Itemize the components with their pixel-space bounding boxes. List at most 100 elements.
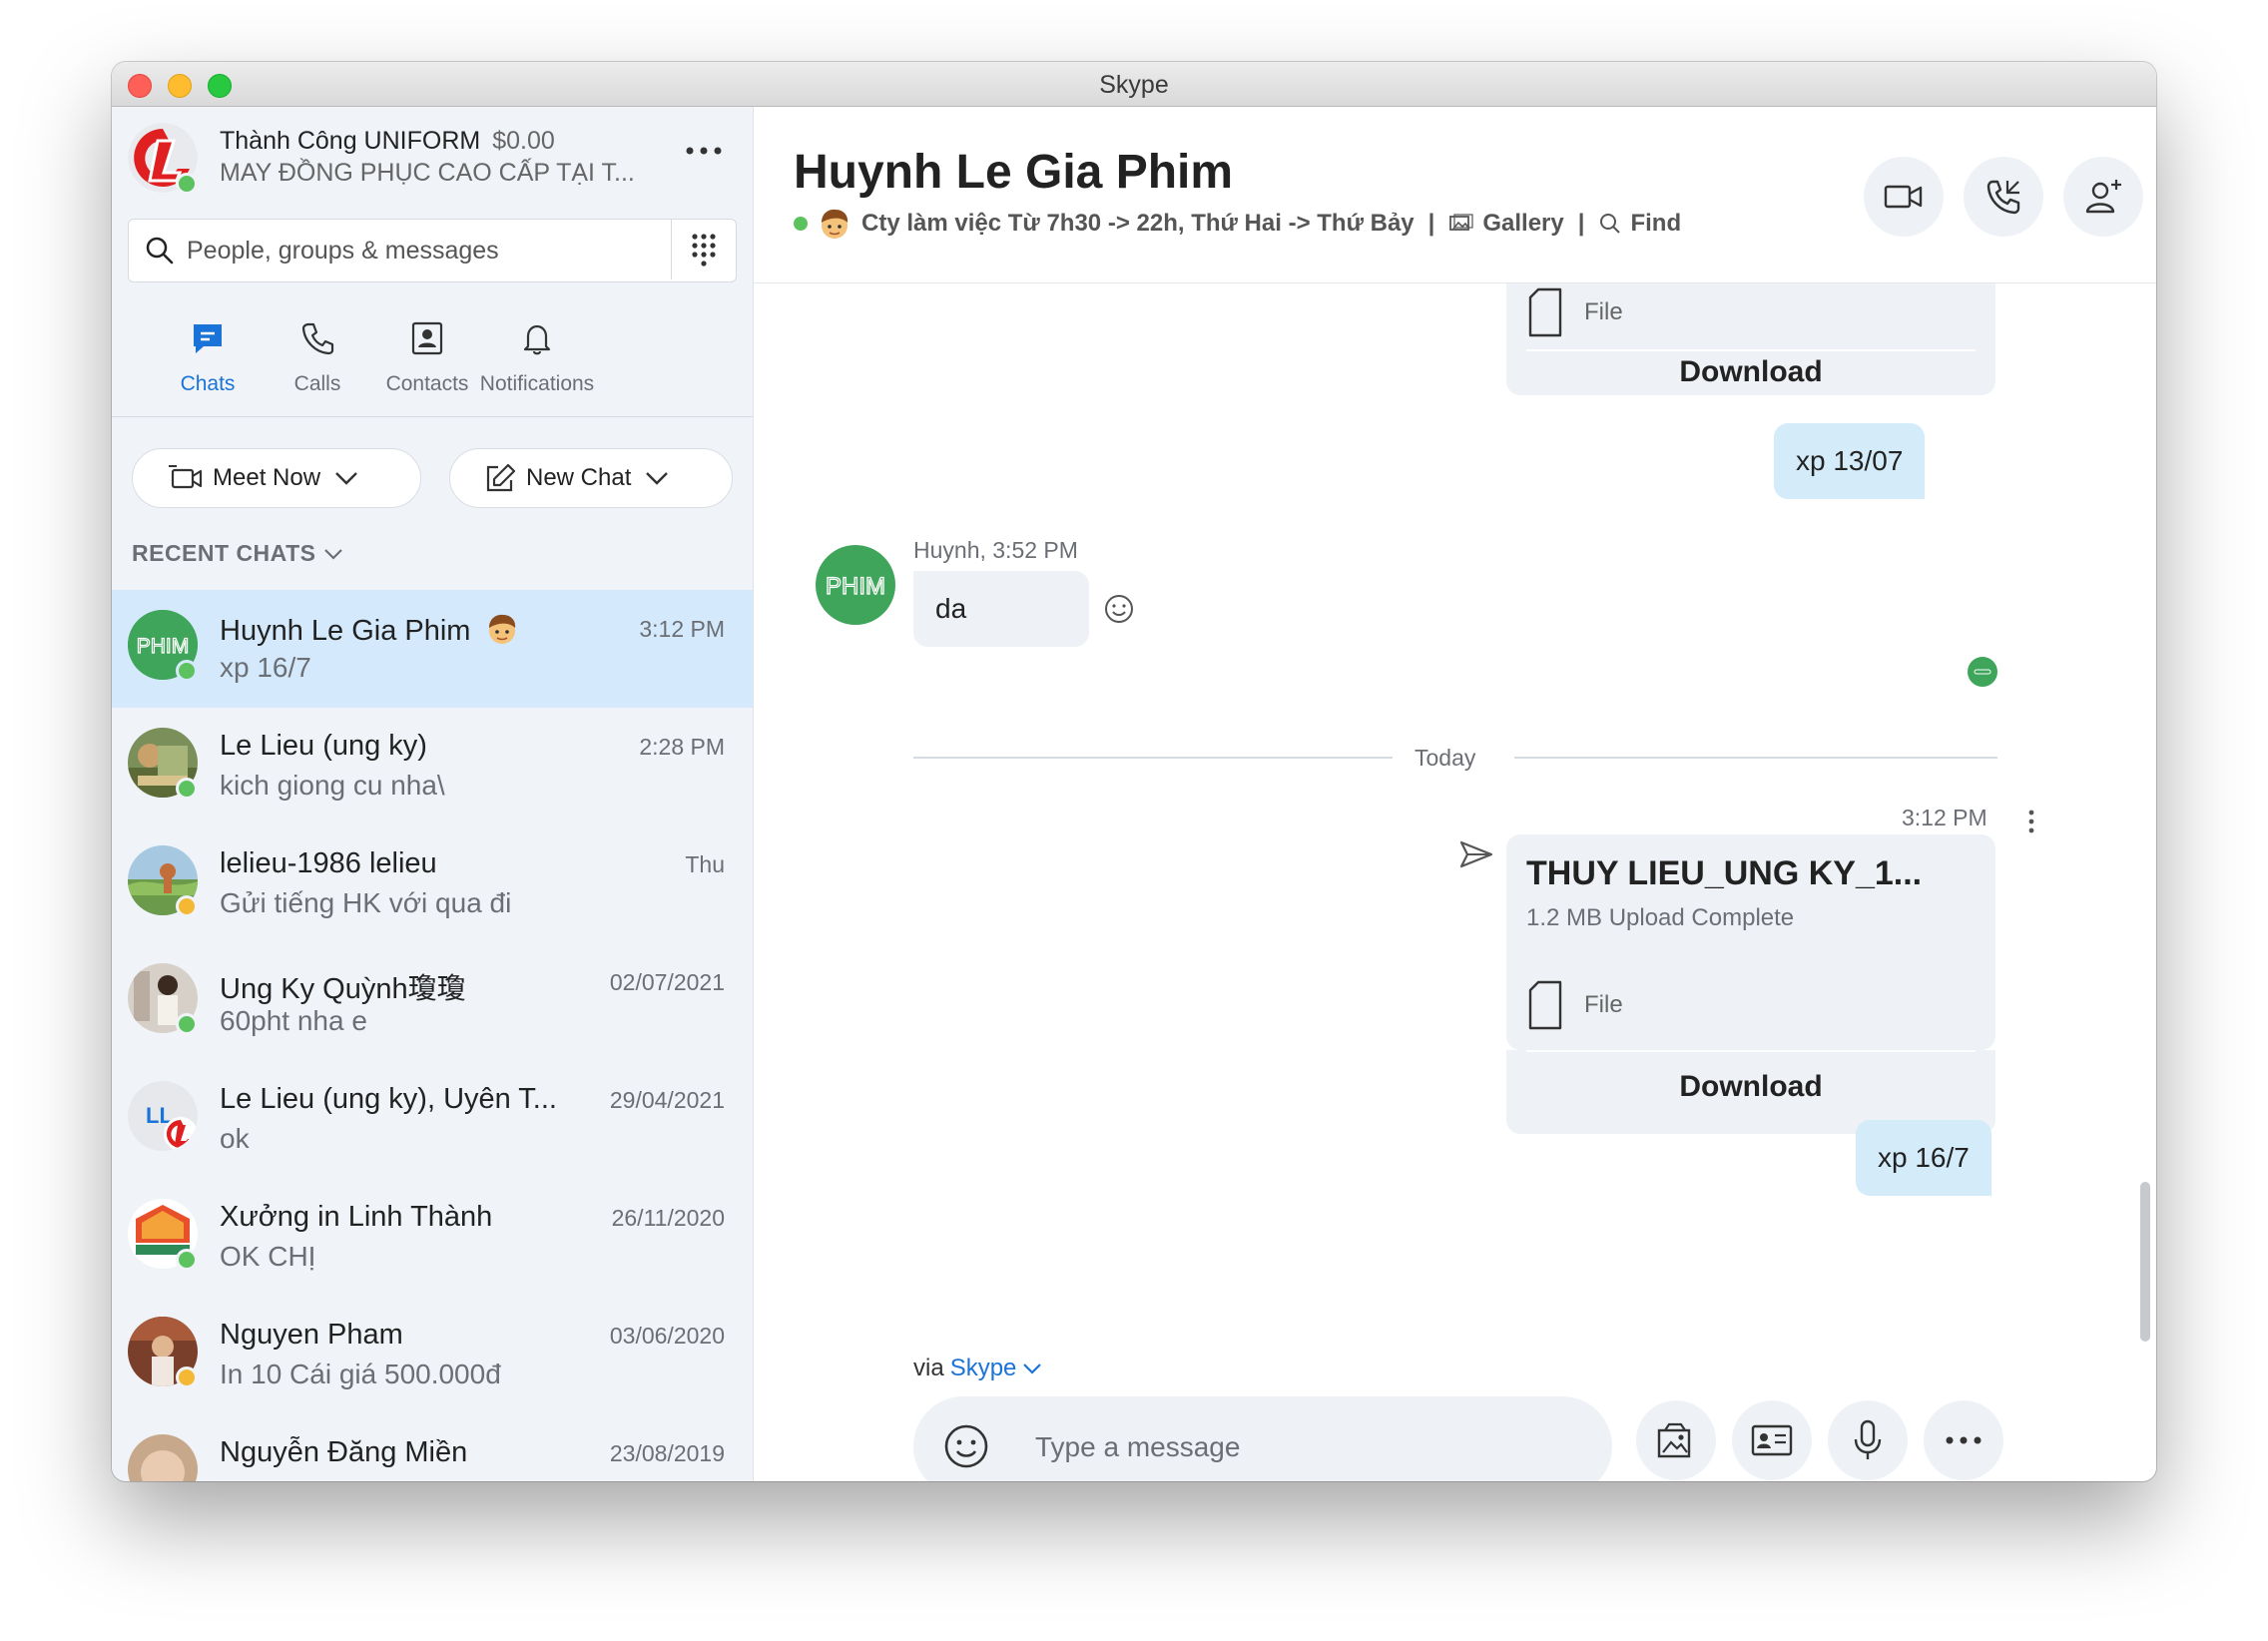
new-chat-label: New Chat [526, 464, 632, 491]
file-row: File [1526, 980, 1623, 1030]
chat-name: Le Lieu (ung ky) [220, 730, 427, 762]
chat-preview: ok [220, 1123, 250, 1154]
message-options-button[interactable] [2027, 809, 2035, 839]
chat-list-item[interactable]: Nguyen Pham In 10 Cái giá 500.000đ 03/06… [112, 1297, 753, 1414]
find-link[interactable]: Find [1598, 210, 1681, 238]
video-camera-icon [1884, 185, 1923, 209]
send-contact-button[interactable] [1732, 1400, 1812, 1480]
conversation-pane: Huynh Le Gia Phim Cty làm việc Từ 7h30 -… [754, 107, 2156, 1481]
compose-icon [486, 463, 516, 492]
gallery-icon [1449, 214, 1473, 231]
smiley-icon [1105, 595, 1133, 623]
profile-name[interactable]: Thành Công UNIFORM $0.00 [220, 127, 555, 156]
via-prefix: via [913, 1355, 944, 1381]
presence-dot [176, 660, 198, 682]
tab-notifications[interactable]: Notifications [457, 306, 617, 416]
chat-list-item[interactable]: Le Lieu (ung ky) kich giong cu nha\ 2:28… [112, 708, 753, 825]
add-reaction-button[interactable] [1103, 593, 1135, 630]
divider [1526, 1050, 1976, 1052]
sender-avatar[interactable]: PHIM [816, 545, 895, 625]
chat-time: 02/07/2021 [609, 969, 725, 995]
nav-tabs: Chats Calls Contacts Notifications [112, 306, 753, 417]
microphone-icon [1854, 1419, 1882, 1459]
divider [913, 757, 1393, 759]
more-options-button[interactable] [679, 133, 729, 169]
meet-now-button[interactable]: Meet Now [132, 448, 421, 508]
skype-credit[interactable]: $0.00 [492, 127, 555, 155]
new-chat-button[interactable]: New Chat [449, 448, 733, 508]
chat-name: Huynh Le Gia Phim [220, 612, 519, 648]
read-receipt-icon [1968, 657, 1997, 687]
outgoing-message[interactable]: xp 16/7 [1856, 1120, 1991, 1196]
tab-label: Notifications [479, 372, 595, 395]
gallery-link[interactable]: Gallery [1448, 210, 1564, 238]
share-media-button[interactable] [1636, 1400, 1716, 1480]
separator: | [1577, 210, 1585, 237]
chevron-down-icon [335, 472, 357, 485]
conversation-title[interactable]: Huynh Le Gia Phim [794, 145, 1233, 200]
message-time: 3:12 PM [1902, 805, 1987, 830]
file-row: File [1526, 287, 1623, 337]
search-icon [1600, 214, 1621, 234]
chat-preview: Gửi tiếng HK với qua đi [220, 887, 512, 918]
audio-call-button[interactable] [1964, 157, 2043, 237]
chat-list-item[interactable]: LL Le Lieu (ung ky), Uyên T... ok 29/04/… [112, 1061, 753, 1179]
presence-away-dot [176, 895, 198, 917]
send-arrow-icon [1459, 840, 1493, 868]
more-vertical-icon [2028, 810, 2034, 833]
incoming-message[interactable]: da [913, 571, 1089, 647]
add-people-button[interactable] [2063, 157, 2143, 237]
more-dots-icon [1946, 1436, 1982, 1444]
separator: | [1427, 210, 1435, 237]
sidebar: Thành Công UNIFORM $0.00 MAY ĐỒNG PHỤC CA… [112, 107, 754, 1481]
chat-list-item[interactable]: PHIM Huynh Le Gia Phim xp 16/7 3:12 PM [112, 590, 753, 708]
message-input[interactable] [1033, 1416, 1576, 1478]
file-name: THUY LIEU_UNG KY_1... [1526, 854, 1923, 892]
recent-chats-header[interactable]: RECENT CHATS [132, 540, 343, 567]
divider [1514, 757, 1997, 759]
download-button[interactable]: Download [1506, 355, 1995, 389]
chat-list-item[interactable]: lelieu-1986 lelieu Gửi tiếng HK với qua … [112, 825, 753, 943]
file-message[interactable]: THUY LIEU_UNG KY_1... 1.2 MB Upload Comp… [1506, 834, 1995, 1050]
find-label: Find [1630, 210, 1682, 237]
chat-time: 2:28 PM [639, 734, 725, 760]
file-message[interactable]: File Download [1506, 283, 1995, 395]
chat-name-text: Huynh Le Gia Phim [220, 615, 471, 647]
outgoing-message[interactable]: xp 13/07 [1774, 423, 1926, 499]
presence-away-dot [176, 1367, 198, 1388]
chevron-down-icon [646, 472, 669, 485]
download-button[interactable]: Download [1506, 1070, 1995, 1104]
mood-message: Cty làm việc Từ 7h30 -> 22h, Thứ Hai -> … [861, 210, 1415, 237]
voice-message-button[interactable] [1828, 1400, 1908, 1480]
send-via[interactable]: via Skype [913, 1355, 1042, 1382]
meet-now-label: Meet Now [213, 464, 321, 491]
avatar-text: PHIM [826, 573, 885, 600]
more-dots-icon [686, 147, 722, 155]
dialpad-button[interactable] [671, 220, 736, 279]
photo-avatar-icon [128, 1434, 198, 1481]
profile-mood[interactable]: MAY ĐỒNG PHỤC CAO CẤP TẠI T... [220, 159, 635, 188]
file-label: File [1584, 991, 1623, 1018]
emoji-button[interactable] [943, 1423, 989, 1474]
chat-name: Nguyễn Đăng Miền [220, 1436, 468, 1468]
recent-chats-label: RECENT CHATS [132, 540, 316, 566]
search-box[interactable] [128, 219, 737, 282]
chat-preview: OK CHỊ [220, 1241, 316, 1272]
more-options-button[interactable] [1924, 1400, 2003, 1480]
video-call-button[interactable] [1864, 157, 1944, 237]
presence-dot [176, 1249, 198, 1271]
chat-name: Le Lieu (ung ky), Uyên T... [220, 1083, 557, 1115]
avatar [128, 1434, 198, 1481]
chat-list-item[interactable]: Xưởng in Linh Thành OK CHỊ 26/11/2020 [112, 1179, 753, 1297]
forward-button[interactable] [1458, 838, 1494, 875]
via-skype-link[interactable]: Skype [950, 1355, 1017, 1382]
chat-preview: In 10 Cái giá 500.000đ [220, 1359, 501, 1389]
chat-list-item[interactable]: Nguyễn Đăng Miền 23/08/2019 [112, 1414, 753, 1481]
message-list: File Download xp 13/07 PHIM Huynh, 3:52 … [754, 283, 2156, 1246]
search-input[interactable] [185, 220, 548, 281]
phone-icon [301, 322, 334, 355]
chevron-down-icon [324, 548, 343, 560]
conversation-subtitle: Cty làm việc Từ 7h30 -> 22h, Thứ Hai -> … [794, 207, 1681, 241]
chat-list-item[interactable]: Ung Ky Quỳnh瓊瓊 60pht nha e 02/07/2021 [112, 943, 753, 1061]
scrollbar[interactable] [2140, 1182, 2150, 1342]
